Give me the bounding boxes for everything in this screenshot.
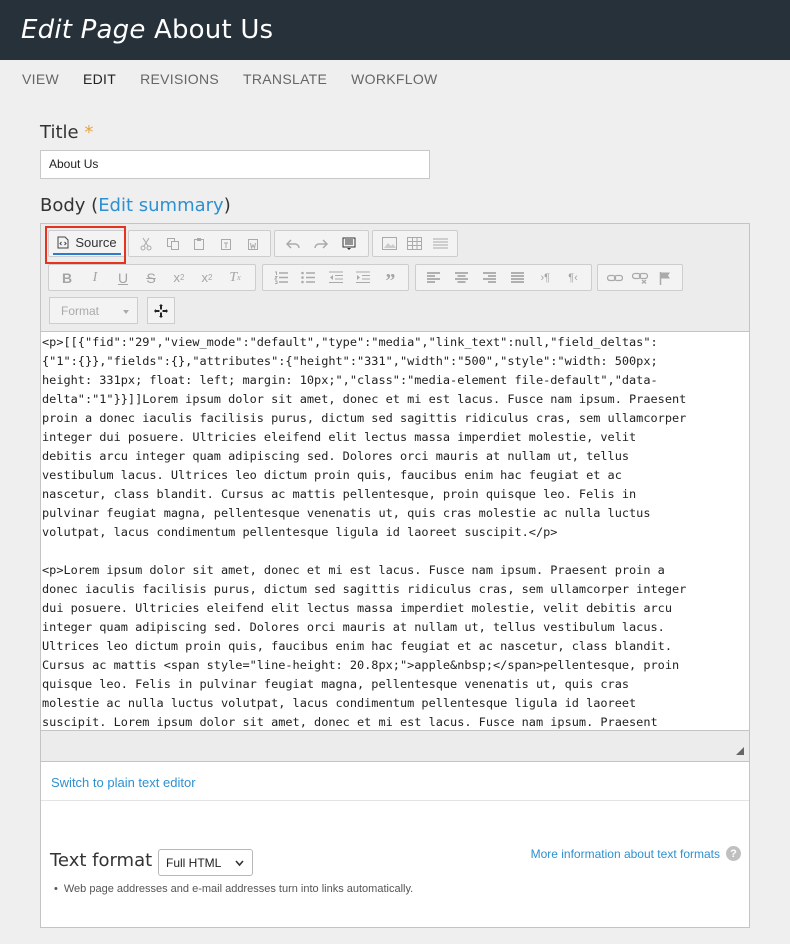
- source-line: molestie ac nulla luctus volutpat, lacus…: [42, 696, 637, 710]
- source-line: pulvinar feugiat magna, pellentesque ven…: [42, 506, 651, 520]
- superscript-icon[interactable]: x2: [193, 267, 221, 289]
- subscript-icon[interactable]: x2: [165, 267, 193, 289]
- source-highlight: [45, 226, 126, 264]
- source-line: donec iaculis facilisis purus, dictum se…: [42, 582, 687, 596]
- primary-tabs: VIEW EDIT REVISIONS TRANSLATE WORKFLOW: [0, 60, 790, 98]
- wysiwyg-editor: Source B I U S x2 x2 T x ” ›¶ ¶‹ Format …: [40, 223, 750, 762]
- copy-icon[interactable]: [160, 233, 187, 255]
- tab-view[interactable]: VIEW: [22, 71, 59, 87]
- source-line: <p>Lorem ipsum dolor sit amet, donec et …: [42, 563, 665, 577]
- horizontal-rule-icon[interactable]: [428, 233, 453, 255]
- source-line: Ultrices leo dictum proin quis, faucibus…: [42, 639, 672, 653]
- edit-form: Title * About Us Body (Edit summary) Sou…: [0, 98, 790, 944]
- page-header: Edit Page About Us: [0, 0, 790, 60]
- table-icon[interactable]: [402, 233, 427, 255]
- source-line: delta":"1"}}]]Lorem ipsum dolor sit amet…: [42, 392, 687, 406]
- resize-handle[interactable]: [736, 747, 744, 755]
- source-line: volutpat, lacus condimentum pellentesque…: [42, 525, 558, 539]
- source-line: integer quam adipiscing sed. Dolores orc…: [42, 620, 665, 634]
- cut-icon[interactable]: [133, 233, 160, 255]
- tab-workflow[interactable]: WORKFLOW: [351, 71, 437, 87]
- source-line: [42, 542, 749, 561]
- redo-icon[interactable]: [307, 233, 335, 255]
- align-left-icon[interactable]: [420, 267, 448, 289]
- undo-icon[interactable]: [279, 233, 307, 255]
- align-right-icon[interactable]: [476, 267, 504, 289]
- bold-icon[interactable]: B: [53, 267, 81, 289]
- tab-translate[interactable]: TRANSLATE: [243, 71, 327, 87]
- source-line: suscipit. Lorem ipsum dolor sit amet, do…: [42, 715, 658, 729]
- anchor-icon[interactable]: [653, 267, 678, 289]
- link-icon[interactable]: [602, 267, 627, 289]
- unlink-icon[interactable]: [627, 267, 652, 289]
- format-tip: Web page addresses and e-mail addresses …: [54, 883, 413, 895]
- chevron-down-icon: [235, 860, 244, 867]
- tab-edit[interactable]: EDIT: [83, 71, 116, 87]
- more-info-link[interactable]: More information about text formats ?: [531, 846, 741, 861]
- source-line: vestibulum lacus. Ultrices leo dictum pr…: [42, 468, 622, 482]
- format-label: Format: [61, 304, 100, 318]
- maximize-icon: [154, 303, 168, 318]
- show-blocks-icon[interactable]: [335, 233, 363, 255]
- blockquote-icon[interactable]: ”: [377, 267, 404, 292]
- body-label-text: Body (: [40, 195, 99, 216]
- title-label: Title *: [40, 122, 93, 143]
- align-group: ›¶ ¶‹: [415, 264, 592, 291]
- source-line: debitis arcu integer quam adipiscing sed…: [42, 449, 630, 463]
- source-line: proin a donec iaculis facilisis purus, d…: [42, 411, 687, 425]
- text-format-panel: Switch to plain text editor Text format …: [40, 762, 750, 928]
- source-line: nascetur, class blandit. Cursus ac matti…: [42, 487, 637, 501]
- required-marker: *: [84, 122, 94, 143]
- switch-to-plain-text-link[interactable]: Switch to plain text editor: [51, 775, 196, 790]
- body-label: Body (Edit summary): [40, 195, 231, 216]
- source-line: dui posuere. Ultricies eleifend elit lec…: [42, 601, 672, 615]
- clipboard-group: [128, 230, 271, 257]
- divider: [41, 800, 749, 801]
- edit-summary-link[interactable]: Edit summary: [98, 195, 224, 216]
- paste-icon[interactable]: [186, 233, 213, 255]
- source-line: integer dui posuere. Ultricies eleifend …: [42, 430, 637, 444]
- source-line: {"1":{}},"fields":{},"attributes":{"heig…: [42, 354, 658, 368]
- justify-icon[interactable]: [503, 267, 531, 289]
- strikethrough-icon[interactable]: S: [137, 267, 165, 289]
- image-icon[interactable]: [377, 233, 402, 255]
- chevron-down-icon: [123, 310, 129, 314]
- source-line: Cursus ac mattis <span style="line-heigh…: [42, 658, 680, 672]
- title-input[interactable]: About Us: [40, 150, 430, 179]
- insert-group: [372, 230, 458, 257]
- history-group: [274, 230, 369, 257]
- outdent-icon[interactable]: [322, 267, 349, 289]
- source-textarea[interactable]: <p>[[{"fid":"29","view_mode":"default","…: [41, 331, 749, 731]
- text-format-select[interactable]: Full HTML: [158, 849, 253, 876]
- title-label-text: Title: [40, 122, 79, 143]
- source-line: height: 331px; float: left; margin: 10px…: [42, 373, 658, 387]
- italic-icon[interactable]: I: [81, 267, 109, 289]
- paste-text-icon[interactable]: [213, 233, 240, 255]
- indent-icon[interactable]: [349, 267, 376, 289]
- text-format-label: Text format: [50, 850, 153, 871]
- help-icon: ?: [726, 846, 741, 861]
- ltr-icon[interactable]: ›¶: [531, 267, 559, 289]
- source-line: <p>[[{"fid":"29","view_mode":"default","…: [42, 335, 658, 349]
- maximize-button[interactable]: [147, 297, 175, 324]
- page-title-name: About Us: [145, 15, 274, 45]
- text-format-selected: Full HTML: [166, 856, 222, 870]
- link-group: [597, 264, 683, 291]
- page-title: Edit Page About Us: [21, 15, 273, 45]
- list-group: ”: [262, 264, 409, 292]
- format-dropdown[interactable]: Format: [49, 297, 138, 324]
- align-center-icon[interactable]: [448, 267, 476, 289]
- page-title-prefix: Edit Page: [21, 15, 146, 45]
- bulleted-list-icon[interactable]: [294, 267, 321, 289]
- basic-styles-group: B I U S x2 x2 Tx: [48, 264, 256, 291]
- source-line: quisque leo. Felis in pulvinar feugiat m…: [42, 677, 630, 691]
- more-info-text: More information about text formats: [530, 846, 720, 861]
- underline-icon[interactable]: U: [109, 267, 137, 289]
- numbered-list-icon[interactable]: [267, 267, 294, 289]
- rtl-icon[interactable]: ¶‹: [559, 267, 587, 289]
- paste-word-icon[interactable]: [239, 233, 266, 255]
- remove-format-icon[interactable]: Tx: [221, 267, 249, 289]
- body-label-end: ): [223, 195, 231, 216]
- tab-revisions[interactable]: REVISIONS: [140, 71, 219, 87]
